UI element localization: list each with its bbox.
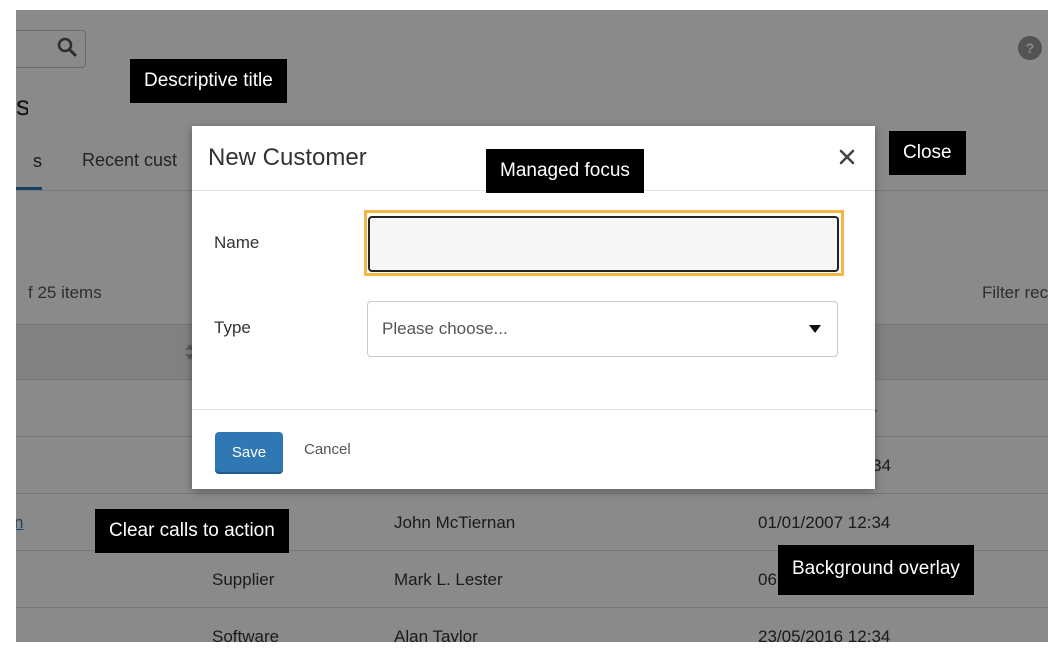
name-input[interactable] xyxy=(368,216,839,272)
caret-down-icon xyxy=(809,325,821,333)
type-select[interactable]: Please choose... xyxy=(367,301,838,357)
type-select-value: Please choose... xyxy=(382,319,508,338)
cancel-button[interactable]: Cancel xyxy=(304,441,351,458)
type-label: Type xyxy=(214,318,251,337)
save-button[interactable]: Save xyxy=(215,432,283,472)
dialog-title: New Customer xyxy=(208,144,367,171)
name-label: Name xyxy=(214,233,260,252)
callout-managed-focus: Managed focus xyxy=(486,149,644,193)
callout-descriptive-title: Descriptive title xyxy=(130,59,287,103)
dialog-footer-divider xyxy=(192,409,875,410)
callout-close: Close xyxy=(889,131,966,175)
close-icon[interactable] xyxy=(832,142,862,172)
callout-background-overlay: Background overlay xyxy=(778,545,974,595)
callout-clear-calls-to-action: Clear calls to action xyxy=(95,509,289,553)
